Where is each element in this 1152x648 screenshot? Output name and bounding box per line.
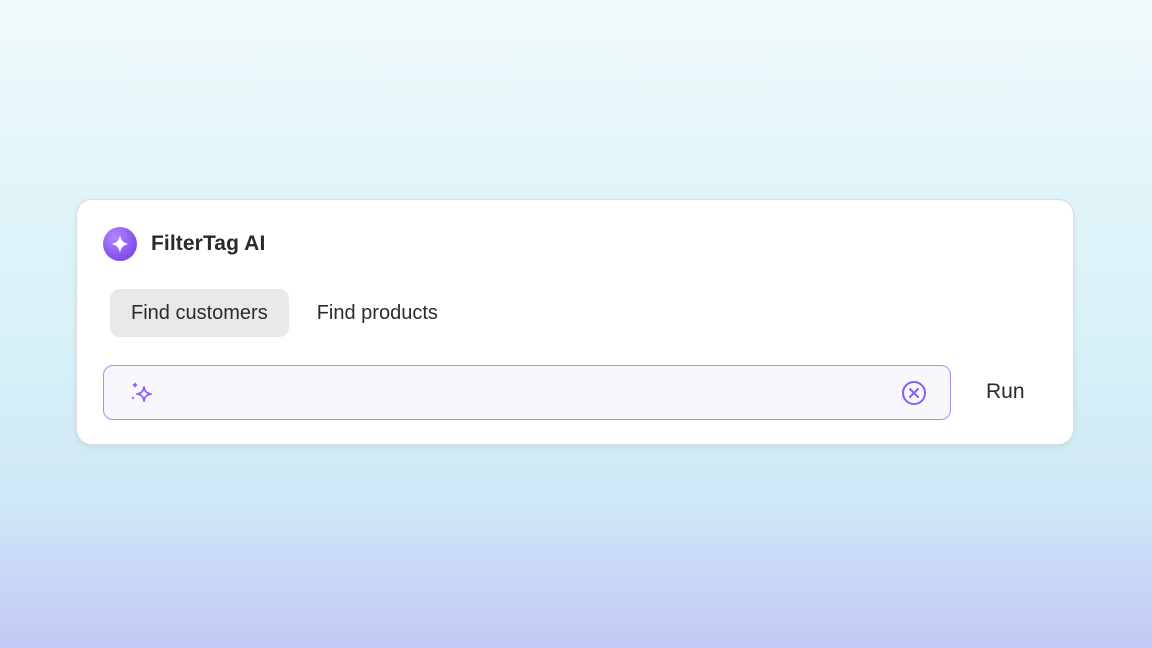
tab-bar: Find customers Find products [110, 289, 459, 337]
tab-find-customers[interactable]: Find customers [110, 289, 289, 337]
card-header: FilterTag AI [103, 227, 265, 261]
close-circle-icon[interactable] [900, 379, 928, 407]
search-input[interactable] [156, 366, 900, 419]
search-box [103, 365, 951, 420]
sparkle-icon [103, 227, 137, 261]
run-button[interactable]: Run [986, 376, 1025, 408]
tab-find-products[interactable]: Find products [296, 289, 459, 337]
sparkles-icon [128, 379, 156, 407]
app-title: FilterTag AI [151, 232, 266, 255]
filtertag-card: FilterTag AI Find customers Find product… [76, 199, 1074, 445]
